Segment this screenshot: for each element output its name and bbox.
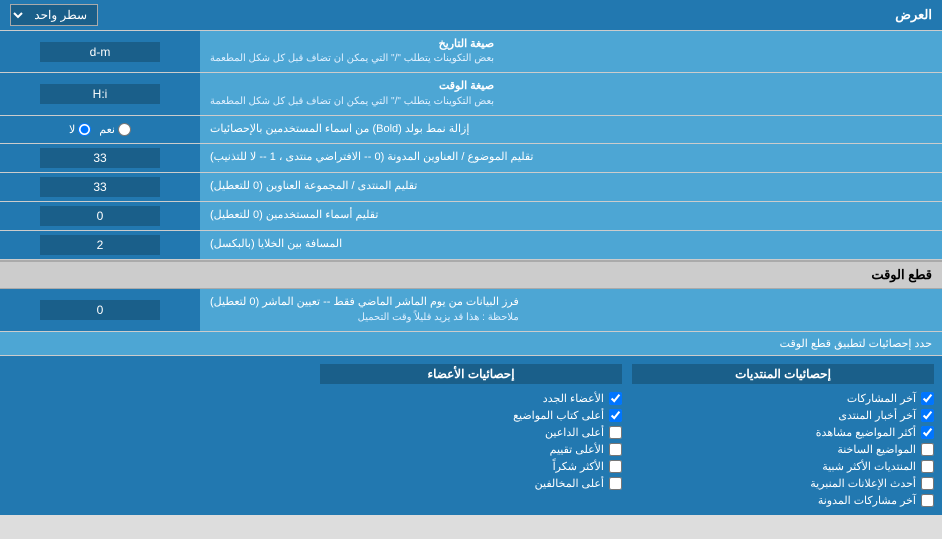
cutoff-label: فرز البيانات من يوم الماشر الماضي فقط --… <box>200 289 942 330</box>
time-format-row: صيغة الوقت بعض التكوينات يتطلب "/" التي … <box>0 73 942 115</box>
cutoff-section-header: قطع الوقت <box>0 260 942 289</box>
usernames-label: تقليم أسماء المستخدمين (0 للتعطيل) <box>200 202 942 230</box>
time-format-label: صيغة الوقت بعض التكوينات يتطلب "/" التي … <box>200 73 942 114</box>
bold-remove-label: إزالة نمط بولد (Bold) من اسماء المستخدمي… <box>200 116 942 143</box>
checkbox-item: أعلى المخالفين <box>320 477 622 490</box>
usernames-row: تقليم أسماء المستخدمين (0 للتعطيل) <box>0 202 942 231</box>
cutoff-input-cell <box>0 289 200 330</box>
member-stats-column: إحصائيات الأعضاء الأعضاء الجدد أعلى كتاب… <box>320 364 622 507</box>
limit-row: حدد إحصائيات لتطبيق قطع الوقت <box>0 332 942 356</box>
checkbox-item: الأكثر شكراً <box>320 460 622 473</box>
usernames-input-cell <box>0 202 200 230</box>
bold-yes-label[interactable]: نعم <box>99 123 131 136</box>
top-violators-label: أعلى المخالفين <box>535 477 604 490</box>
forum-titles-label: تقليم المنتدى / المجموعة العناوين (0 للت… <box>200 173 942 201</box>
cell-spacing-input-cell <box>0 231 200 259</box>
cell-spacing-label: المسافة بين الخلايا (بالبكسل) <box>200 231 942 259</box>
blog-posts-checkbox[interactable] <box>921 494 934 507</box>
top-posters-label: أعلى كتاب المواضيع <box>513 409 604 422</box>
forum-titles-row: تقليم المنتدى / المجموعة العناوين (0 للت… <box>0 173 942 202</box>
new-members-label: الأعضاء الجدد <box>543 392 604 405</box>
most-thanked-label: الأكثر شكراً <box>553 460 604 473</box>
last-posts-label: آخر المشاركات <box>847 392 916 405</box>
topics-titles-input-cell <box>0 144 200 172</box>
checkbox-item: الأعلى تقييم <box>320 443 622 456</box>
announcements-checkbox[interactable] <box>921 477 934 490</box>
date-format-row: صيغة التاريخ بعض التكوينات يتطلب "/" الت… <box>0 31 942 73</box>
header-row: العرض سطر واحد سطران ثلاثة أسطر <box>0 0 942 31</box>
date-format-input-cell <box>0 31 200 72</box>
hot-topics-checkbox[interactable] <box>921 443 934 456</box>
most-similar-checkbox[interactable] <box>921 460 934 473</box>
checkbox-item: أكثر المواضيع مشاهدة <box>632 426 934 439</box>
top-posters-checkbox[interactable] <box>609 409 622 422</box>
bold-yes-radio[interactable] <box>118 123 131 136</box>
checkbox-item: آخر المشاركات <box>632 392 934 405</box>
date-format-label: صيغة التاريخ بعض التكوينات يتطلب "/" الت… <box>200 31 942 72</box>
hot-topics-label: المواضيع الساخنة <box>837 443 916 456</box>
checkbox-item: أعلى كتاب المواضيع <box>320 409 622 422</box>
top-referrers-label: أعلى الداعين <box>545 426 604 439</box>
display-dropdown[interactable]: سطر واحد سطران ثلاثة أسطر <box>10 4 98 26</box>
forum-titles-input-cell <box>0 173 200 201</box>
checkbox-item: أعلى الداعين <box>320 426 622 439</box>
cell-spacing-row: المسافة بين الخلايا (بالبكسل) <box>0 231 942 260</box>
announcements-label: أحدث الإعلانات المنبرية <box>810 477 916 490</box>
top-referrers-checkbox[interactable] <box>609 426 622 439</box>
most-thanked-checkbox[interactable] <box>609 460 622 473</box>
checkboxes-section: إحصائيات المنتديات آخر المشاركات آخر أخب… <box>0 356 942 515</box>
blog-posts-label: آخر مشاركات المدونة <box>818 494 916 507</box>
top-rated-checkbox[interactable] <box>609 443 622 456</box>
checkbox-item: الأعضاء الجدد <box>320 392 622 405</box>
last-posts-checkbox[interactable] <box>921 392 934 405</box>
time-format-input-cell <box>0 73 200 114</box>
forum-stats-header: إحصائيات المنتديات <box>632 364 934 384</box>
most-viewed-label: أكثر المواضيع مشاهدة <box>816 426 916 439</box>
spacer-column <box>8 364 310 507</box>
main-container: العرض سطر واحد سطران ثلاثة أسطر صيغة الت… <box>0 0 942 515</box>
date-format-input[interactable] <box>40 42 160 62</box>
usernames-input[interactable] <box>40 206 160 226</box>
checkbox-item: أحدث الإعلانات المنبرية <box>632 477 934 490</box>
cutoff-input[interactable] <box>40 300 160 320</box>
bold-no-radio[interactable] <box>78 123 91 136</box>
cell-spacing-input[interactable] <box>40 235 160 255</box>
new-members-checkbox[interactable] <box>609 392 622 405</box>
bold-remove-row: إزالة نمط بولد (Bold) من اسماء المستخدمي… <box>0 116 942 144</box>
checkbox-item: المواضيع الساخنة <box>632 443 934 456</box>
forum-stats-column: إحصائيات المنتديات آخر المشاركات آخر أخب… <box>632 364 934 507</box>
most-viewed-checkbox[interactable] <box>921 426 934 439</box>
member-stats-header: إحصائيات الأعضاء <box>320 364 622 384</box>
cutoff-row: فرز البيانات من يوم الماشر الماضي فقط --… <box>0 289 942 331</box>
checkbox-item: آخر مشاركات المدونة <box>632 494 934 507</box>
bold-no-label[interactable]: لا <box>69 123 91 136</box>
last-forum-news-checkbox[interactable] <box>921 409 934 422</box>
topics-titles-input[interactable] <box>40 148 160 168</box>
page-title: العرض <box>895 7 932 23</box>
most-similar-label: المنتديات الأكثر شبية <box>822 460 916 473</box>
checkbox-item: المنتديات الأكثر شبية <box>632 460 934 473</box>
last-forum-news-label: آخر أخبار المنتدى <box>838 409 916 422</box>
time-format-input[interactable] <box>40 84 160 104</box>
checkbox-item: آخر أخبار المنتدى <box>632 409 934 422</box>
top-rated-label: الأعلى تقييم <box>550 443 604 456</box>
topics-titles-label: تقليم الموضوع / العناوين المدونة (0 -- ا… <box>200 144 942 172</box>
top-violators-checkbox[interactable] <box>609 477 622 490</box>
bold-remove-options: نعم لا <box>0 116 200 143</box>
forum-titles-input[interactable] <box>40 177 160 197</box>
topics-titles-row: تقليم الموضوع / العناوين المدونة (0 -- ا… <box>0 144 942 173</box>
